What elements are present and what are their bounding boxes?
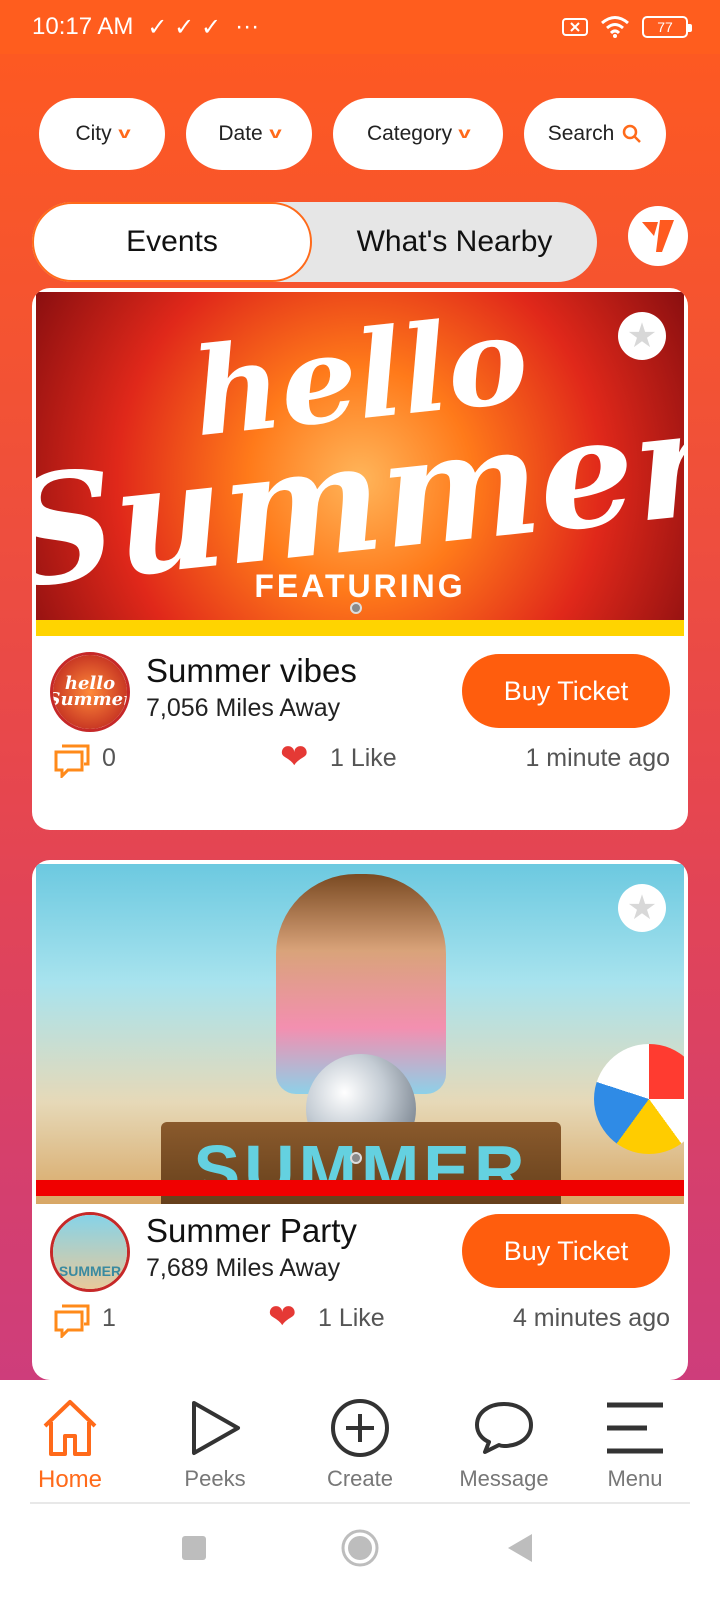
comment-count: 1: [102, 1304, 116, 1332]
event-card[interactable]: hello Summer FEATURING ★ hello Summer Su…: [32, 288, 688, 830]
event-title[interactable]: Summer vibes: [146, 652, 357, 690]
buy-ticket-button[interactable]: Buy Ticket: [462, 654, 670, 728]
city-filter-button[interactable]: City v: [39, 98, 165, 170]
chevron-down-icon: v: [268, 125, 282, 142]
event-avatar[interactable]: hello Summer: [50, 652, 130, 732]
heart-icon[interactable]: ❤: [280, 740, 309, 774]
star-icon: ★: [626, 317, 658, 355]
event-info: hello Summer Summer vibes 7,056 Miles Aw…: [50, 648, 670, 732]
search-button[interactable]: Search: [524, 98, 666, 170]
like-count: 1 Like: [330, 744, 397, 772]
avatar-text: hello Summer: [53, 655, 127, 729]
event-card[interactable]: SUMMER ★ SUMMER Summer Party 7,689 Miles…: [32, 860, 688, 1380]
carousel-dot: [350, 602, 362, 614]
event-distance: 7,056 Miles Away: [146, 694, 341, 722]
chevron-down-icon: v: [458, 125, 471, 142]
date-filter-button[interactable]: Date v: [186, 98, 312, 170]
nav-create[interactable]: Create: [300, 1396, 420, 1506]
home-circle-icon[interactable]: [340, 1528, 380, 1568]
recent-apps-icon[interactable]: [180, 1534, 208, 1562]
plus-circle-icon: [331, 1399, 389, 1457]
buy-ticket-button[interactable]: Buy Ticket: [462, 1214, 670, 1288]
favorite-star-button[interactable]: ★: [618, 884, 666, 932]
color-bar: [36, 620, 684, 636]
event-info: SUMMER Summer Party 7,689 Miles Away Buy…: [50, 1208, 670, 1292]
status-bar: 10:17 AM ✓ ✓ ✓ ··· 77: [0, 0, 720, 54]
star-icon: ★: [626, 889, 658, 927]
tab-events-label: Events: [126, 225, 218, 258]
event-image[interactable]: hello Summer FEATURING: [36, 292, 684, 632]
beach-ball: [594, 1044, 684, 1154]
heart-icon[interactable]: ❤: [268, 1300, 297, 1334]
app-logo-icon: [642, 220, 674, 252]
carousel-dot: [350, 1152, 362, 1164]
bottom-nav: Home Peeks Create Message Menu: [0, 1380, 720, 1600]
wifi-icon: [601, 16, 629, 38]
more-notifications-icon: ···: [235, 13, 260, 40]
comment-icon[interactable]: [54, 744, 90, 778]
city-filter-label: City: [75, 122, 112, 145]
status-time: 10:17 AM: [32, 13, 134, 40]
event-meta: 1 ❤ 1 Like 4 minutes ago: [50, 1296, 670, 1342]
notification-icons: ✓ ✓ ✓: [147, 13, 222, 41]
nav-create-label: Create: [326, 1466, 394, 1491]
nav-peeks[interactable]: Peeks: [155, 1396, 275, 1506]
chat-bubble-icon: [475, 1402, 533, 1454]
event-distance: 7,689 Miles Away: [146, 1254, 341, 1282]
event-avatar[interactable]: SUMMER: [50, 1212, 130, 1292]
hamburger-menu-icon: [607, 1402, 663, 1454]
chevron-down-icon: v: [117, 125, 131, 142]
event-meta: 0 ❤ 1 Like 1 minute ago: [50, 736, 670, 782]
tab-whats-nearby-label: What's Nearby: [356, 225, 553, 258]
battery-icon: 77: [642, 16, 692, 38]
post-time: 4 minutes ago: [512, 1304, 670, 1332]
like-count: 1 Like: [318, 1304, 385, 1332]
play-icon: [192, 1401, 240, 1455]
nav-home-label: Home: [37, 1466, 103, 1493]
app-logo-button[interactable]: [628, 206, 688, 266]
sim-off-icon: [562, 18, 588, 36]
home-icon: [43, 1400, 97, 1456]
nav-message-label: Message: [459, 1466, 549, 1491]
nav-peeks-label: Peeks: [184, 1466, 246, 1491]
comment-count: 0: [102, 744, 116, 772]
date-filter-label: Date: [218, 122, 263, 145]
search-icon: [623, 124, 642, 143]
nav-menu[interactable]: Menu: [575, 1396, 695, 1506]
comment-icon[interactable]: [54, 1304, 90, 1338]
image-text-summer: Summer: [36, 373, 684, 623]
favorite-star-button[interactable]: ★: [618, 312, 666, 360]
avatar-text: SUMMER: [53, 1215, 127, 1289]
nav-menu-label: Menu: [607, 1466, 663, 1491]
system-nav-bar: [0, 1520, 720, 1592]
event-title[interactable]: Summer Party: [146, 1212, 357, 1250]
filter-bar: City v Date v Category v Search: [39, 98, 681, 170]
tab-whats-nearby[interactable]: What's Nearby: [312, 202, 597, 282]
nav-home[interactable]: Home: [10, 1396, 130, 1506]
nav-divider: [30, 1502, 690, 1504]
view-toggle: Events What's Nearby: [32, 202, 597, 282]
nav-message[interactable]: Message: [444, 1396, 564, 1506]
post-time: 1 minute ago: [525, 744, 670, 772]
color-bar: [36, 1180, 684, 1196]
search-label: Search: [547, 122, 615, 145]
battery-level: 77: [657, 19, 673, 35]
category-filter-button[interactable]: Category v: [333, 98, 503, 170]
back-icon[interactable]: [506, 1532, 534, 1564]
tab-events[interactable]: Events: [32, 202, 312, 282]
category-filter-label: Category: [366, 122, 453, 145]
